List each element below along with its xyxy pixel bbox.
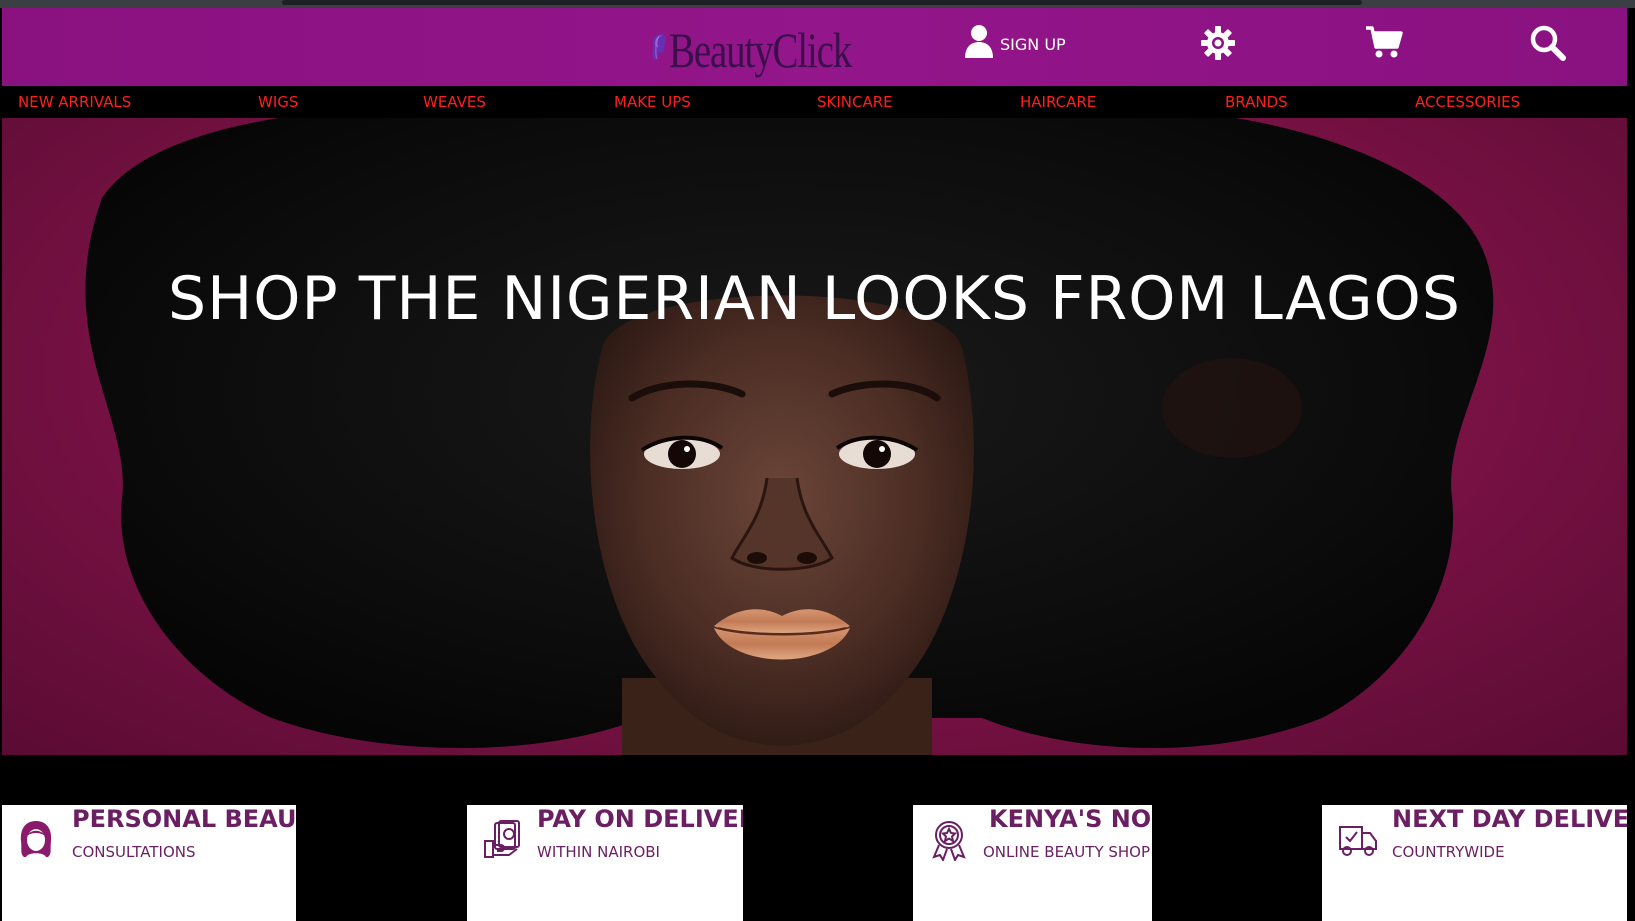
feature-subtitle: ONLINE BEAUTY SHOP [983, 843, 1151, 861]
settings-icon[interactable] [1200, 25, 1236, 61]
nav-item-make-ups[interactable]: MAKE UPS [614, 93, 691, 111]
delivery-truck-icon [1339, 826, 1377, 856]
nav-item-skincare[interactable]: SKINCARE [817, 93, 893, 111]
feature-title: PAY ON DELIVERY [537, 805, 743, 833]
feature-card-next-day-delivery[interactable]: NEXT DAY DELIVERY COUNTRYWIDE [1322, 805, 1627, 921]
nav-item-haircare[interactable]: HAIRCARE [1020, 93, 1096, 111]
scrollbar-thumb[interactable] [282, 0, 1362, 5]
feature-card-pay-on-delivery[interactable]: PAY ON DELIVERY WITHIN NAIROBI [467, 805, 743, 921]
cart-icon[interactable] [1365, 25, 1403, 59]
nav-item-brands[interactable]: BRANDS [1225, 93, 1288, 111]
signup-button[interactable]: SIGN UP [964, 24, 1066, 58]
feature-card-kenya-no1[interactable]: KENYA'S NO.1 ONLINE BEAUTY SHOP [913, 805, 1152, 921]
feature-subtitle: WITHIN NAIROBI [537, 843, 660, 861]
user-icon [965, 25, 993, 58]
woman-face-icon [20, 821, 52, 857]
nav-item-weaves[interactable]: WEAVES [423, 93, 486, 111]
feature-title: KENYA'S NO.1 [989, 805, 1152, 833]
feature-title: PERSONAL BEAUTY [72, 805, 296, 833]
signup-label: SIGN UP [1000, 34, 1066, 54]
browser-scrollbar[interactable] [0, 0, 1635, 8]
main-navigation: NEW ARRIVALS WIGS WEAVES MAKE UPS SKINCA… [2, 86, 1627, 118]
site-header: BeautyClick SIGN UP [2, 8, 1627, 86]
brand-name: BeautyClick [668, 22, 852, 78]
nav-item-new-arrivals[interactable]: NEW ARRIVALS [18, 93, 131, 111]
award-badge-icon [932, 821, 966, 861]
cash-hand-icon [484, 820, 520, 858]
feature-title: NEXT DAY DELIVERY [1392, 805, 1627, 833]
search-icon[interactable] [1530, 25, 1566, 61]
feature-card-consultations[interactable]: PERSONAL BEAUTY CONSULTATIONS [2, 805, 296, 921]
feature-subtitle: CONSULTATIONS [72, 843, 196, 861]
hero-title: SHOP THE NIGERIAN LOOKS FROM LAGOS [168, 264, 1461, 334]
nav-item-accessories[interactable]: ACCESSORIES [1415, 93, 1520, 111]
woman-profile-icon [652, 34, 666, 60]
hero-portrait-image [85, 118, 1494, 755]
hero-banner[interactable]: SHOP THE NIGERIAN LOOKS FROM LAGOS [2, 118, 1627, 755]
brand-logo[interactable]: BeautyClick [650, 8, 902, 86]
feature-subtitle: COUNTRYWIDE [1392, 843, 1505, 861]
nav-item-wigs[interactable]: WIGS [258, 93, 298, 111]
